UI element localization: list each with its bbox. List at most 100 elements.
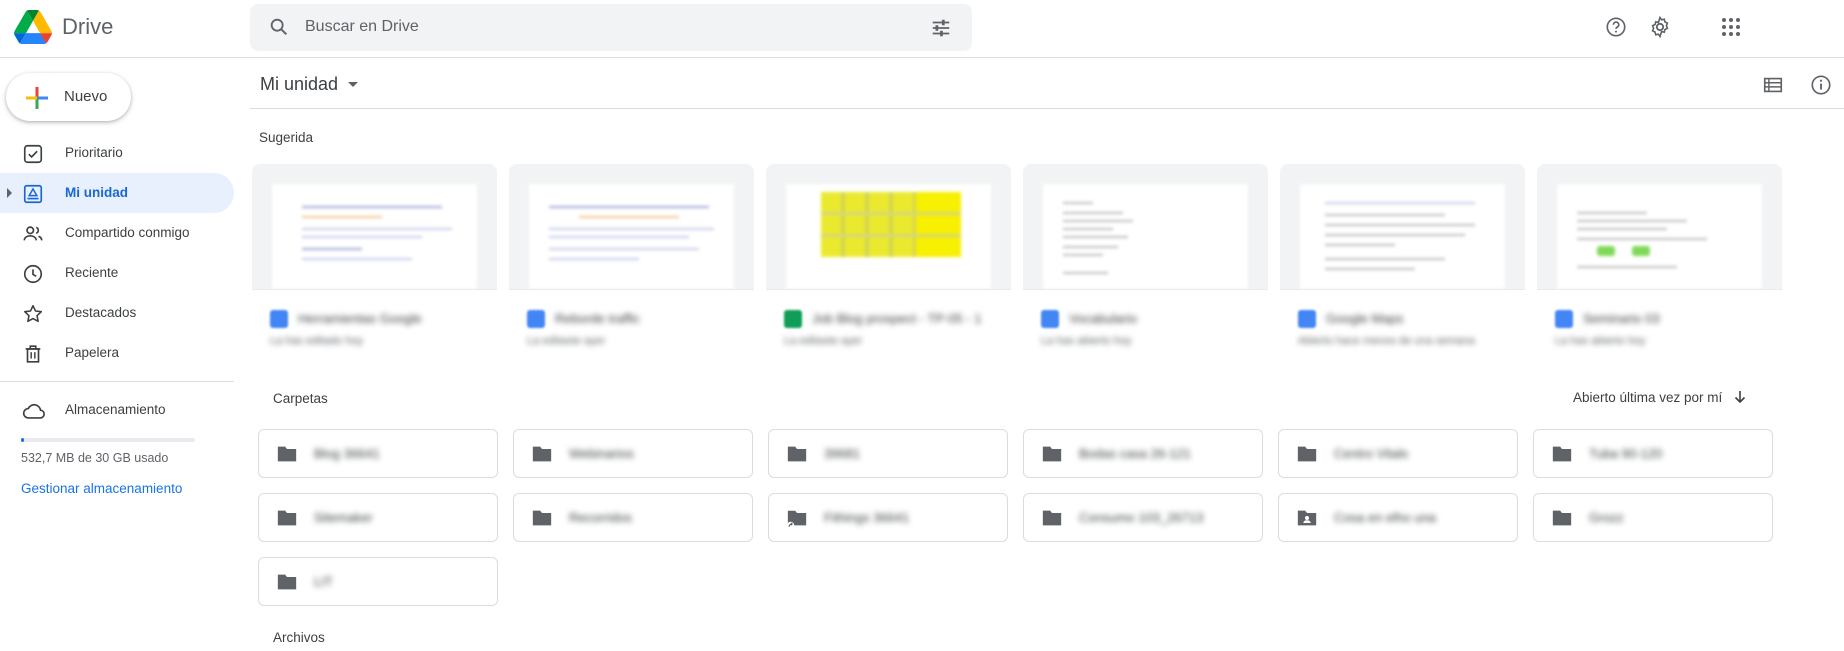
folder-name: Consumo 103_26713 bbox=[1079, 510, 1204, 525]
file-thumbnail bbox=[272, 184, 477, 289]
storage-usage-bar bbox=[21, 438, 195, 442]
list-view-icon[interactable] bbox=[1760, 72, 1786, 98]
new-button[interactable]: Nuevo bbox=[6, 73, 131, 121]
suggested-file-card[interactable]: Job Blog prospect - TP-05 - 1 La editast… bbox=[766, 164, 1011, 354]
google-sheets-icon bbox=[784, 310, 802, 328]
folder-name: Grozz bbox=[1589, 510, 1624, 525]
folder-name: Fithings 36641 bbox=[824, 510, 910, 525]
files-heading: Archivos bbox=[273, 630, 325, 645]
sort-button[interactable]: Abierto última vez por mí bbox=[1573, 389, 1748, 405]
folder-item[interactable]: Webinarios bbox=[513, 429, 753, 478]
file-meta: La editaste ayer bbox=[784, 335, 863, 347]
sidebar-item-recent[interactable]: Reciente bbox=[0, 253, 234, 293]
file-name: Seminario 03 bbox=[1583, 311, 1660, 326]
folder-item[interactable]: Blog 36641 bbox=[258, 429, 498, 478]
folder-icon bbox=[276, 444, 298, 464]
sort-label: Abierto última vez por mí bbox=[1573, 389, 1723, 405]
folder-icon bbox=[1041, 508, 1063, 528]
folder-item[interactable]: Cosa en elho una bbox=[1278, 493, 1518, 542]
storage-label: Almacenamiento bbox=[65, 402, 166, 417]
app-name: Drive bbox=[62, 14, 114, 39]
suggested-file-card[interactable]: Reborde traffic La editaste ayer bbox=[509, 164, 754, 354]
folder-item[interactable]: Centro Vitals bbox=[1278, 429, 1518, 478]
folder-name: Blog 36641 bbox=[314, 446, 380, 461]
suggested-file-card[interactable]: Seminario 03 La has abierto hoy bbox=[1537, 164, 1782, 354]
file-meta: La editaste ayer bbox=[527, 335, 606, 347]
tune-icon[interactable] bbox=[930, 17, 952, 39]
file-name: Job Blog prospect - TP-05 - 1 bbox=[812, 311, 982, 326]
folder-item[interactable]: Recorridos bbox=[513, 493, 753, 542]
storage-usage-fill bbox=[21, 438, 25, 442]
folder-name: Centro Vitals bbox=[1334, 446, 1409, 461]
drive-logo-icon[interactable] bbox=[14, 8, 52, 46]
sidebar-item-label: Prioritario bbox=[65, 145, 123, 160]
search-icon[interactable] bbox=[268, 16, 290, 38]
page-title-dropdown[interactable]: Mi unidad bbox=[260, 74, 359, 95]
sidebar-item-label: Destacados bbox=[65, 305, 137, 320]
folder-icon bbox=[276, 572, 298, 592]
sidebar-item-shared[interactable]: Compartido conmigo bbox=[0, 213, 234, 253]
priority-check-icon bbox=[22, 143, 44, 165]
folder-name: Webinarios bbox=[569, 446, 634, 461]
search-bar[interactable] bbox=[250, 4, 972, 51]
folder-item[interactable]: Tuba 90-120 bbox=[1533, 429, 1773, 478]
cloud-icon bbox=[22, 400, 45, 422]
folder-name: Recorridos bbox=[569, 510, 632, 525]
folder-icon bbox=[1296, 444, 1318, 464]
arrow-down-icon bbox=[1732, 389, 1748, 405]
folder-item[interactable]: LIT bbox=[258, 557, 498, 606]
sidebar-item-label: Compartido conmigo bbox=[65, 225, 190, 240]
file-name: Google Maps bbox=[1326, 311, 1404, 326]
suggested-heading: Sugerida bbox=[259, 130, 314, 145]
shared-folder-icon bbox=[1296, 508, 1318, 528]
folder-item[interactable]: Sitemaker bbox=[258, 493, 498, 542]
sidebar-divider bbox=[0, 381, 234, 382]
folder-icon bbox=[1041, 444, 1063, 464]
folder-item[interactable]: Grozz bbox=[1533, 493, 1773, 542]
google-docs-icon bbox=[270, 310, 288, 328]
sidebar-item-label: Reciente bbox=[65, 265, 119, 280]
expand-caret-icon[interactable] bbox=[7, 188, 12, 198]
file-name: Herramientas Google bbox=[298, 311, 422, 326]
trash-icon bbox=[22, 343, 44, 365]
page-title: Mi unidad bbox=[260, 74, 339, 94]
folder-icon bbox=[276, 508, 298, 528]
folder-icon bbox=[531, 508, 553, 528]
sidebar-item-label: Papelera bbox=[65, 345, 120, 360]
sidebar-item-storage[interactable]: Almacenamiento bbox=[0, 390, 234, 430]
manage-storage-link[interactable]: Gestionar almacenamiento bbox=[21, 481, 182, 496]
file-thumbnail bbox=[1300, 184, 1505, 289]
star-icon bbox=[22, 303, 44, 325]
folder-name: LIT bbox=[314, 574, 333, 589]
folder-item[interactable]: 39681 bbox=[768, 429, 1008, 478]
header-divider bbox=[250, 108, 1844, 109]
suggested-file-card[interactable]: Google Maps Abierto hace menos de una se… bbox=[1280, 164, 1525, 354]
folder-name: 39681 bbox=[824, 446, 861, 461]
folder-shortcut-icon bbox=[786, 508, 808, 530]
file-meta: Abierto hace menos de una semana bbox=[1298, 335, 1475, 347]
info-icon[interactable] bbox=[1808, 72, 1834, 98]
folder-item[interactable]: Bodas casa 26-121 bbox=[1023, 429, 1263, 478]
sidebar-item-trash[interactable]: Papelera bbox=[0, 333, 234, 373]
folder-icon bbox=[1551, 444, 1573, 464]
sidebar-item-priority[interactable]: Prioritario bbox=[0, 133, 234, 173]
help-icon[interactable] bbox=[1601, 12, 1631, 42]
apps-grid-icon[interactable] bbox=[1716, 12, 1746, 42]
plus-icon bbox=[24, 85, 50, 111]
file-meta: La has editado hoy bbox=[270, 335, 363, 347]
top-bar: Drive bbox=[0, 0, 1844, 58]
settings-icon[interactable] bbox=[1645, 12, 1675, 42]
arrow-drop-down-icon bbox=[348, 82, 359, 87]
folder-item[interactable]: Consumo 103_26713 bbox=[1023, 493, 1263, 542]
sidebar-item-my-drive[interactable]: Mi unidad bbox=[0, 173, 234, 213]
sidebar-item-label: Mi unidad bbox=[65, 185, 128, 200]
sidebar-item-starred[interactable]: Destacados bbox=[0, 293, 234, 333]
suggested-file-card[interactable]: Herramientas Google La has editado hoy bbox=[252, 164, 497, 354]
folder-name: Cosa en elho una bbox=[1334, 510, 1436, 525]
folder-item[interactable]: Fithings 36641 bbox=[768, 493, 1008, 542]
search-input[interactable] bbox=[305, 12, 885, 42]
folder-name: Bodas casa 26-121 bbox=[1079, 446, 1192, 461]
folder-icon bbox=[1551, 508, 1573, 528]
suggested-file-card[interactable]: Vocabulario La has abierto hoy bbox=[1023, 164, 1268, 354]
people-icon bbox=[22, 223, 44, 245]
